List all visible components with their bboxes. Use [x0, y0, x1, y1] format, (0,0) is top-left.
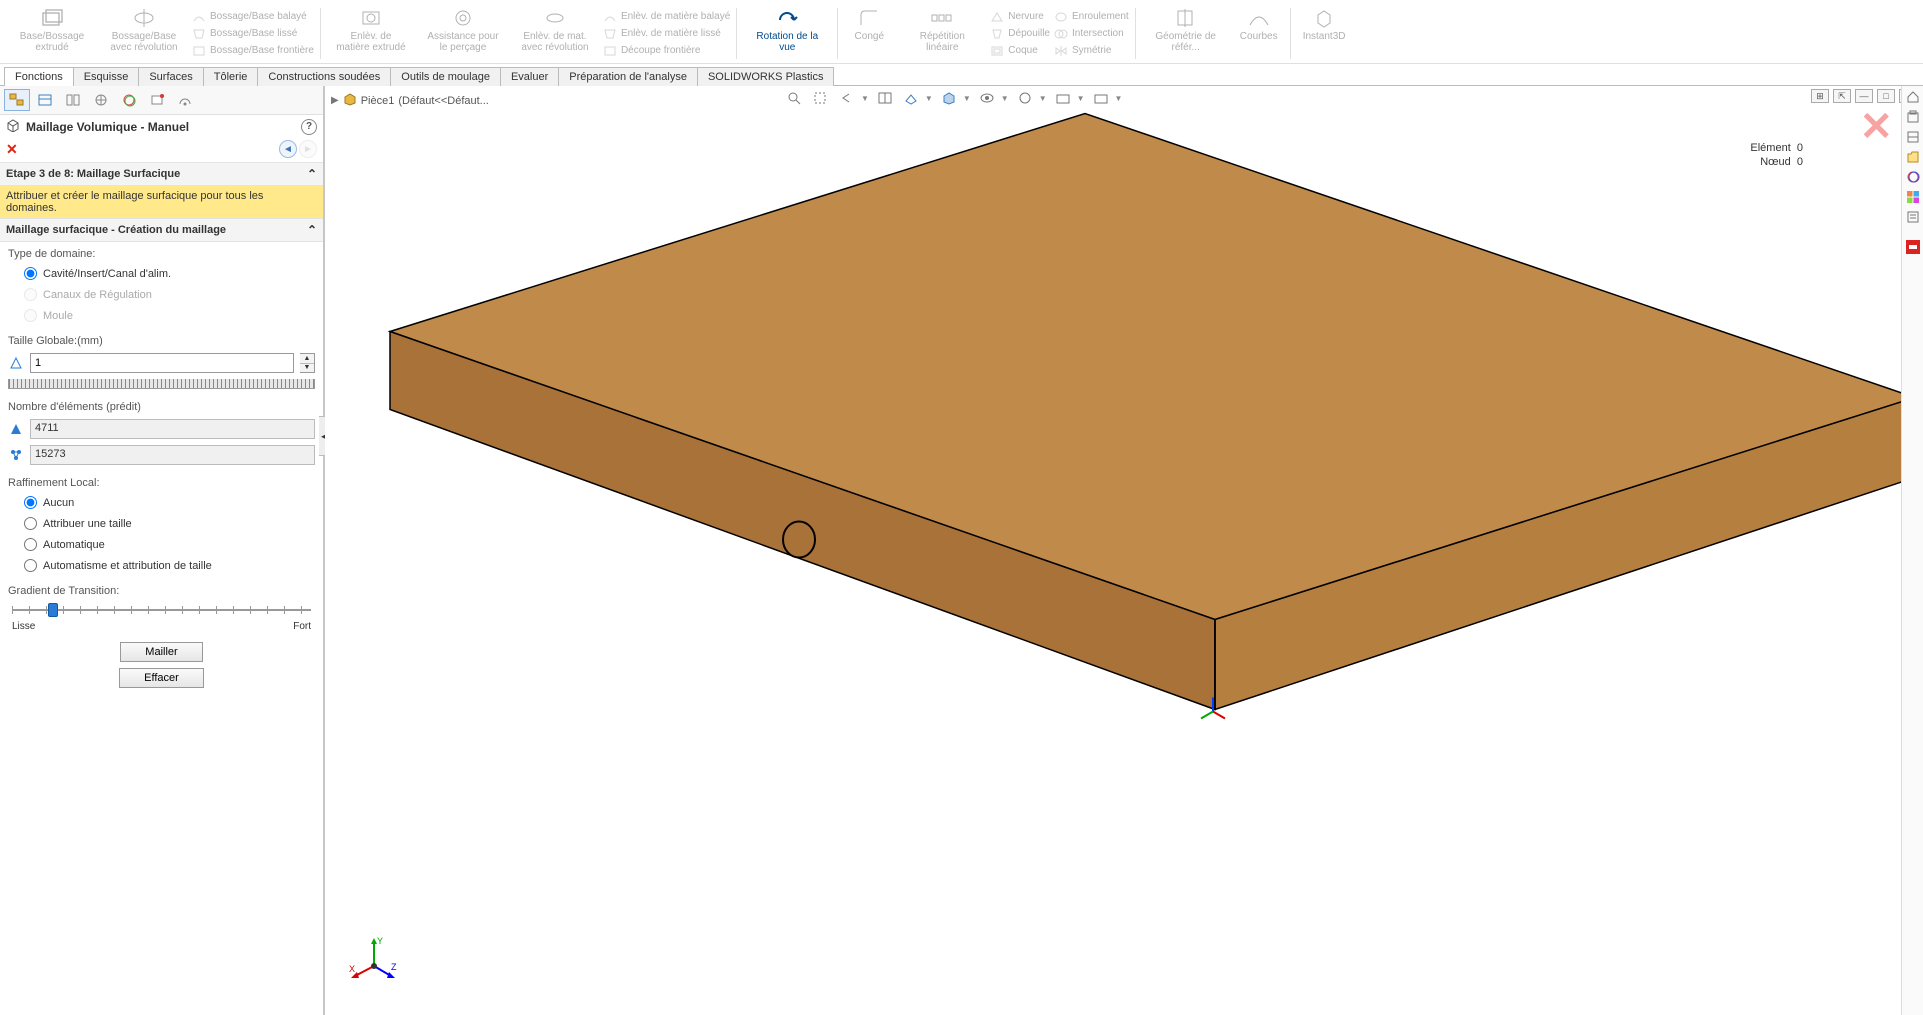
prev-step-button[interactable]: ◄ — [279, 140, 297, 158]
elem-triangle-count: 4711 — [30, 419, 315, 439]
svg-text:Z: Z — [391, 962, 397, 972]
panel-tab-config-mgr[interactable] — [60, 89, 86, 111]
panel-tab-feature-tree[interactable] — [4, 89, 30, 111]
gradient-lisse-label: Lisse — [12, 621, 35, 632]
global-size-label: Taille Globale:(mm) — [8, 335, 315, 347]
domain-cooling-label: Canaux de Régulation — [43, 289, 152, 301]
command-manager-tabs: Fonctions Esquisse Surfaces Tôlerie Cons… — [0, 64, 1923, 86]
next-step-button[interactable]: ► — [299, 140, 317, 158]
elem-pred-label: Nombre d'éléments (prédit) — [8, 401, 315, 413]
help-button[interactable]: ? — [301, 119, 317, 135]
domain-cavity-radio[interactable] — [24, 267, 37, 280]
tab-weldments[interactable]: Constructions soudées — [257, 67, 391, 86]
rb-wrap[interactable]: Enroulement — [1054, 9, 1129, 25]
rb-rib[interactable]: Nervure — [990, 9, 1050, 25]
taskpane-custom-props-icon[interactable] — [1904, 208, 1922, 226]
rb-lofted-cut[interactable]: Enlèv. de matière lissé — [603, 26, 730, 42]
cube-icon — [6, 118, 20, 135]
refine-label: Raffinement Local: — [8, 477, 315, 489]
rb-swept-cut[interactable]: Enlèv. de matière balayé — [603, 9, 730, 25]
rb-boundary-cut[interactable]: Découpe frontière — [603, 43, 730, 59]
rb-boundary-boss[interactable]: Bossage/Base frontière — [192, 43, 314, 59]
tab-mold-tools[interactable]: Outils de moulage — [390, 67, 501, 86]
taskpane-appearances-icon[interactable] — [1904, 188, 1922, 206]
view-triad[interactable]: Y X Z — [349, 934, 399, 987]
taskpane-view-palette-icon[interactable] — [1904, 168, 1922, 186]
domain-mold-label: Moule — [43, 310, 73, 322]
rb-revolved-cut[interactable]: Enlèv. de mat. avec révolution — [511, 4, 599, 63]
panel-tab-property-mgr[interactable] — [32, 89, 58, 111]
rb-intersect[interactable]: Intersection — [1054, 26, 1129, 42]
refine-none-label: Aucun — [43, 497, 74, 509]
mesh-button[interactable]: Mailler — [120, 642, 202, 662]
panel-tab-display-mgr[interactable] — [116, 89, 142, 111]
taskpane-design-library-icon[interactable] — [1904, 128, 1922, 146]
global-size-input[interactable] — [30, 353, 294, 373]
triangle-filled-icon — [8, 421, 24, 437]
rb-extruded-cut[interactable]: Enlèv. de matière extrudé — [327, 4, 415, 63]
rb-hole-wizard[interactable]: Assistance pour le perçage — [419, 4, 507, 63]
domain-cooling-radio — [24, 288, 37, 301]
rb-instant3d[interactable]: Instant3D — [1297, 4, 1352, 63]
domain-mold-radio — [24, 309, 37, 322]
domain-type-label: Type de domaine: — [8, 248, 315, 260]
rb-extruded-boss[interactable]: Base/Bossage extrudé — [8, 4, 96, 63]
rb-mirror[interactable]: Symétrie — [1054, 43, 1129, 59]
panel-tab-plastics-tree[interactable] — [144, 89, 170, 111]
surface-mesh-header[interactable]: Maillage surfacique - Création du mailla… — [0, 218, 323, 242]
tab-tolerie[interactable]: Tôlerie — [203, 67, 259, 86]
refine-none-radio[interactable] — [24, 496, 37, 509]
tab-fonctions[interactable]: Fonctions — [4, 67, 74, 86]
taskpane-file-explorer-icon[interactable] — [1904, 148, 1922, 166]
property-manager-panel: Maillage Volumique - Manuel ? ✕ ◄ ► Etap… — [0, 86, 325, 1015]
rb-revolve-boss[interactable]: Bossage/Base avec révolution — [100, 4, 188, 63]
rb-shell[interactable]: Coque — [990, 43, 1050, 59]
taskpane-resources-icon[interactable] — [1904, 108, 1922, 126]
refine-auto-radio[interactable] — [24, 538, 37, 551]
domain-cavity-label: Cavité/Insert/Canal d'alim. — [43, 268, 171, 280]
ribbon: Base/Bossage extrudé Bossage/Base avec r… — [0, 0, 1923, 64]
rb-swept-boss[interactable]: Bossage/Base balayé — [192, 9, 314, 25]
step-header[interactable]: Etape 3 de 8: Maillage Surfacique⌃ — [0, 162, 323, 186]
tab-surfaces[interactable]: Surfaces — [138, 67, 203, 86]
model-rendering — [325, 86, 1923, 1015]
rb-draft[interactable]: Dépouille — [990, 26, 1050, 42]
refine-assign-label: Attribuer une taille — [43, 518, 132, 530]
triangle-icon — [8, 355, 24, 371]
tab-solidworks-plastics[interactable]: SOLIDWORKS Plastics — [697, 67, 835, 86]
elem-node-count: 15273 — [30, 445, 315, 465]
refine-auto-assign-label: Automatisme et attribution de taille — [43, 560, 212, 572]
rb-linear-pattern[interactable]: Répétition linéaire — [898, 4, 986, 63]
gradient-fort-label: Fort — [293, 621, 311, 632]
refine-assign-radio[interactable] — [24, 517, 37, 530]
refine-auto-assign-radio[interactable] — [24, 559, 37, 572]
node-icon — [8, 447, 24, 463]
panel-tab-bar — [0, 86, 323, 115]
global-size-spinner[interactable]: ▲▼ — [300, 353, 315, 373]
task-pane-bar — [1901, 86, 1923, 1015]
taskpane-plastics-icon[interactable] — [1904, 238, 1922, 256]
gradient-label: Gradient de Transition: — [8, 585, 315, 597]
rb-ref-geom[interactable]: Géométrie de référ... — [1142, 4, 1230, 63]
tab-evaluate[interactable]: Evaluer — [500, 67, 559, 86]
global-size-ruler[interactable] — [8, 379, 315, 389]
svg-text:X: X — [349, 964, 355, 974]
graphics-viewport[interactable]: ▶ Pièce1 (Défaut<<Défaut... ▼ ▼ ▼ ▼ ▼ ▼ … — [325, 86, 1923, 1015]
rb-curves[interactable]: Courbes — [1234, 4, 1284, 63]
panel-tab-extra[interactable] — [172, 89, 198, 111]
tab-esquisse[interactable]: Esquisse — [73, 67, 140, 86]
step-hint: Attribuer et créer le maillage surfaciqu… — [0, 186, 323, 218]
rb-rotate-view[interactable]: Rotation de la vue — [743, 4, 831, 63]
rb-fillet[interactable]: Congé — [844, 4, 894, 63]
cancel-button[interactable]: ✕ — [6, 141, 18, 158]
rb-lofted-boss[interactable]: Bossage/Base lissé — [192, 26, 314, 42]
taskpane-home-icon[interactable] — [1904, 88, 1922, 106]
refine-auto-label: Automatique — [43, 539, 105, 551]
panel-tab-dimxpert[interactable] — [88, 89, 114, 111]
gradient-slider[interactable] — [12, 603, 311, 617]
clear-button[interactable]: Effacer — [119, 668, 204, 688]
svg-text:Y: Y — [377, 936, 383, 946]
tab-analysis-prep[interactable]: Préparation de l'analyse — [558, 67, 698, 86]
property-title: Maillage Volumique - Manuel — [26, 120, 189, 134]
